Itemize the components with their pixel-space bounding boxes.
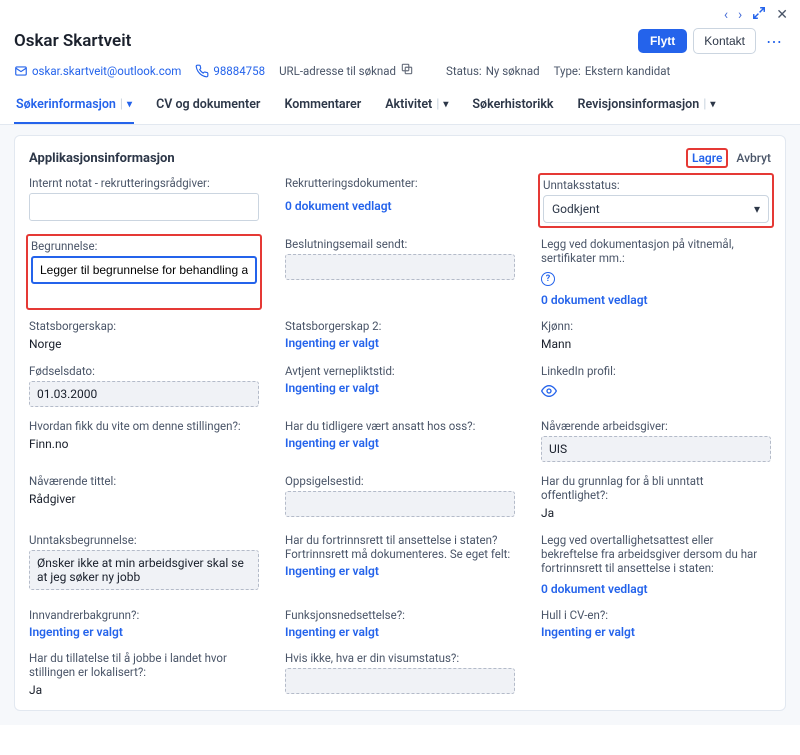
help-icon[interactable]: ? bbox=[541, 272, 555, 286]
panel-title: Applikasjonsinformasjon bbox=[29, 151, 175, 166]
verneplikt-label: Avtjent vernepliktstid: bbox=[285, 364, 515, 378]
visum-box bbox=[285, 668, 515, 694]
more-icon[interactable]: ⋯ bbox=[762, 32, 786, 51]
oppsigelse-label: Oppsigelsestid: bbox=[285, 474, 515, 488]
copy-icon[interactable] bbox=[400, 62, 414, 79]
hvordan-label: Hvordan fikk du vite om denne stillingen… bbox=[29, 419, 259, 433]
type-value: Ekstern kandidat bbox=[585, 64, 670, 78]
save-button[interactable]: Lagre bbox=[686, 148, 728, 168]
verneplikt-value[interactable]: Ingenting er valgt bbox=[285, 381, 515, 395]
funksjon-label: Funksjonsnedsettelse?: bbox=[285, 608, 515, 622]
jobb-landet-label: Har du tillatelse til å jobbe i landet h… bbox=[29, 651, 259, 679]
phone-link[interactable]: 98884758 bbox=[195, 64, 265, 78]
intern-notat-input[interactable] bbox=[29, 193, 259, 221]
unntak-begr-box: Ønsker ikke at min arbeidsgiver skal se … bbox=[29, 550, 259, 590]
move-button[interactable]: Flytt bbox=[638, 29, 687, 53]
next-icon[interactable]: › bbox=[738, 7, 742, 23]
statsborger-label: Statsborgerskap: bbox=[29, 319, 259, 333]
chevron-down-icon: | bbox=[120, 97, 123, 112]
rekr-dok-link[interactable]: 0 dokument vedlagt bbox=[285, 193, 515, 213]
linkedin-label: LinkedIn profil: bbox=[541, 364, 771, 378]
tab-history[interactable]: Søkerhistorikk bbox=[470, 89, 555, 124]
eye-icon[interactable] bbox=[541, 383, 771, 403]
fortrinn-label: Har du fortrinnsrett til ansettelse i st… bbox=[285, 533, 515, 561]
unntak-status-select[interactable]: Godkjent ▾ bbox=[543, 195, 769, 223]
chevron-down-icon[interactable]: ▾ bbox=[443, 99, 448, 110]
tidligere-label: Har du tidligere vært ansatt hos oss?: bbox=[285, 419, 515, 433]
navarende-tittel-label: Nåværende tittel: bbox=[29, 474, 259, 488]
hull-label: Hull i CV-en?: bbox=[541, 608, 771, 622]
navarende-arb-label: Nåværende arbeidsgiver: bbox=[541, 419, 771, 433]
vedlegg-link[interactable]: 0 dokument vedlagt bbox=[541, 293, 771, 307]
grunnlag-value: Ja bbox=[541, 505, 771, 521]
vedlegg-label: Legg ved dokumentasjon på vitnemål, sert… bbox=[541, 237, 771, 265]
tab-activity[interactable]: Aktivitet | ▾ bbox=[383, 89, 450, 124]
oppsigelse-box bbox=[285, 491, 515, 517]
status-label: Status: bbox=[446, 64, 482, 78]
innvandrer-label: Innvandrerbakgrunn?: bbox=[29, 608, 259, 622]
grunnlag-label: Har du grunnlag for å bli unntatt offent… bbox=[541, 474, 771, 502]
tab-comments[interactable]: Kommentarer bbox=[282, 89, 363, 124]
phone-icon bbox=[195, 64, 209, 78]
chevron-down-icon[interactable]: ▾ bbox=[127, 99, 132, 110]
kjonn-value: Mann bbox=[541, 336, 771, 352]
statsborger2-value[interactable]: Ingenting er valgt bbox=[285, 336, 515, 350]
fodsel-label: Fødselsdato: bbox=[29, 364, 259, 378]
cancel-button[interactable]: Avbryt bbox=[736, 151, 771, 165]
fortrinn-value[interactable]: Ingenting er valgt bbox=[285, 564, 515, 578]
chevron-down-icon: ▾ bbox=[754, 202, 760, 216]
chevron-down-icon[interactable]: ▾ bbox=[710, 99, 715, 110]
overtall-label: Legg ved overtallighetsattest eller bekr… bbox=[541, 533, 771, 575]
statsborger-value: Norge bbox=[29, 336, 259, 352]
close-icon[interactable]: ✕ bbox=[776, 7, 788, 23]
hvordan-value: Finn.no bbox=[29, 436, 259, 452]
statsborger2-label: Statsborgerskap 2: bbox=[285, 319, 515, 333]
tab-revision[interactable]: Revisjonsinformasjon | ▾ bbox=[576, 89, 718, 124]
jobb-landet-value: Ja bbox=[29, 682, 259, 698]
tidligere-value[interactable]: Ingenting er valgt bbox=[285, 436, 515, 450]
rekr-dok-label: Rekrutteringsdokumenter: bbox=[285, 176, 515, 190]
navarende-arb-box: UIS bbox=[541, 436, 771, 462]
tab-cv[interactable]: CV og dokumenter bbox=[154, 89, 262, 124]
beslutning-box bbox=[285, 254, 515, 280]
navarende-tittel-value: Rådgiver bbox=[29, 491, 259, 507]
url-label: URL-adresse til søknad bbox=[279, 64, 396, 78]
kjonn-label: Kjønn: bbox=[541, 319, 771, 333]
begrunnelse-input[interactable] bbox=[31, 256, 257, 284]
prev-icon[interactable]: ‹ bbox=[724, 7, 728, 23]
email-link[interactable]: oskar.skartveit@outlook.com bbox=[14, 64, 181, 78]
contact-button[interactable]: Kontakt bbox=[693, 28, 756, 54]
visum-label: Hvis ikke, hva er din visumstatus?: bbox=[285, 651, 515, 665]
beslutning-label: Beslutningsemail sendt: bbox=[285, 237, 515, 251]
status-value: Ny søknad bbox=[486, 64, 540, 78]
hull-value[interactable]: Ingenting er valgt bbox=[541, 625, 771, 639]
fodsel-box: 01.03.2000 bbox=[29, 381, 259, 407]
funksjon-value[interactable]: Ingenting er valgt bbox=[285, 625, 515, 639]
unntak-begr-label: Unntaksbegrunnelse: bbox=[29, 533, 259, 547]
overtall-value[interactable]: 0 dokument vedlagt bbox=[541, 582, 771, 596]
innvandrer-value[interactable]: Ingenting er valgt bbox=[29, 625, 259, 639]
email-icon bbox=[14, 64, 28, 78]
begrunnelse-label: Begrunnelse: bbox=[31, 239, 257, 253]
expand-icon[interactable] bbox=[752, 6, 766, 24]
intern-notat-label: Internt notat - rekrutteringsrådgiver: bbox=[29, 176, 259, 190]
type-label: Type: bbox=[554, 64, 581, 78]
candidate-name: Oskar Skartveit bbox=[14, 31, 131, 51]
tab-applicant-info[interactable]: Søkerinformasjon | ▾ bbox=[14, 89, 134, 124]
unntak-status-label: Unntaksstatus: bbox=[543, 178, 769, 192]
